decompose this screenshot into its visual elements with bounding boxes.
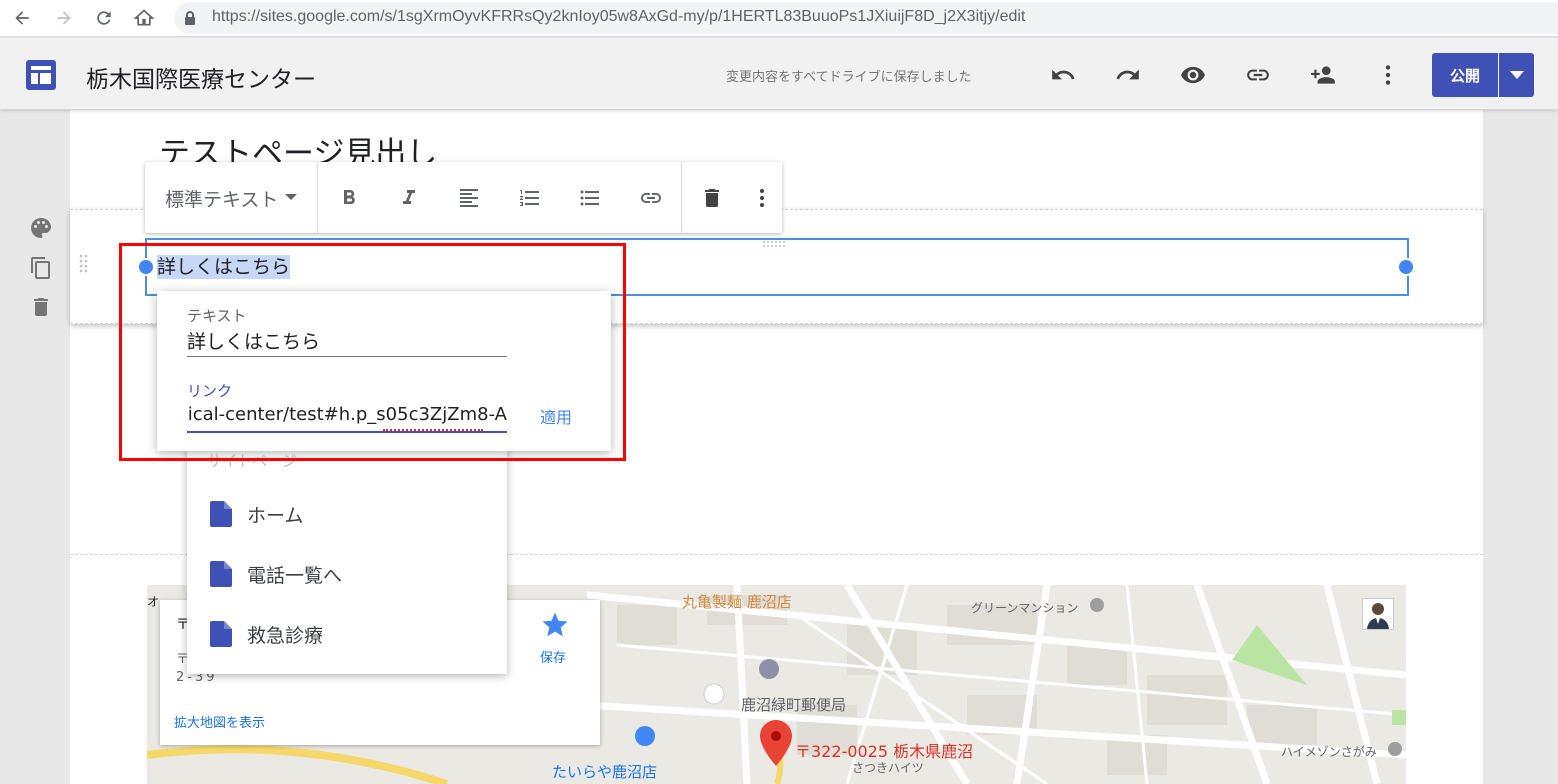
browser-toolbar: https://sites.google.com/s/1sgXrmOyvKFRR… — [0, 0, 1558, 37]
link-edit-popup: テキスト 詳しくはこちら リンク dical-center/test#h.p_s… — [157, 291, 611, 451]
grip-dots-icon[interactable] — [762, 240, 786, 248]
apply-button[interactable]: 適用 — [540, 404, 572, 428]
bold-icon[interactable] — [335, 184, 363, 212]
page-file-icon — [210, 501, 232, 527]
link-url-input[interactable]: dical-center/test#h.p_s05c3ZjZm8-A — [187, 403, 507, 433]
suggestion-item-emergency[interactable]: 救急診療 — [187, 606, 507, 662]
map-label-green-mansion[interactable]: グリーンマンション — [971, 599, 1078, 616]
duplicate-icon[interactable] — [28, 255, 54, 281]
paragraph-style-select[interactable]: 標準テキスト — [165, 185, 278, 212]
publish-dropdown-button[interactable] — [1499, 53, 1534, 97]
suggestion-label: 救急診療 — [247, 625, 324, 647]
toolbar-divider — [317, 162, 318, 233]
map-save-label[interactable]: 保存 — [540, 647, 566, 666]
back-arrow-icon[interactable] — [8, 4, 36, 32]
view-larger-map-link[interactable]: 拡大地図を表示 — [174, 712, 265, 731]
style-dropdown-caret-icon[interactable] — [285, 194, 297, 200]
link-icon[interactable] — [1243, 60, 1273, 90]
numbered-list-icon[interactable] — [516, 184, 544, 212]
link-url-text: dical-center/test#h.p_s05c3ZjZm8-A — [187, 404, 507, 425]
preview-eye-icon[interactable] — [1178, 60, 1208, 90]
undo-icon[interactable] — [1048, 60, 1078, 90]
text-field-label: テキスト — [187, 307, 247, 325]
suggestion-item-home[interactable]: ホーム — [187, 486, 507, 542]
suggestion-label: ホーム — [247, 505, 304, 527]
insert-link-icon[interactable] — [637, 184, 665, 212]
redo-icon[interactable] — [1113, 60, 1143, 90]
site-title[interactable]: 栃木国際医療センター — [86, 60, 316, 94]
spellcheck-underline — [383, 428, 483, 431]
home-icon[interactable] — [130, 4, 158, 32]
suggestions-header: サイトページ — [207, 452, 297, 470]
map-label-post-office[interactable]: 鹿沼緑町郵便局 — [741, 694, 846, 715]
more-options-icon[interactable] — [748, 184, 776, 212]
address-bar[interactable]: https://sites.google.com/s/1sgXrmOyvKFRR… — [174, 2, 1558, 34]
google-sites-logo-icon[interactable] — [26, 60, 56, 90]
delete-section-icon[interactable] — [28, 294, 54, 320]
page-suggestions-dropdown: サイトページ ホーム 電話一覧へ 救急診療 — [187, 434, 507, 674]
caret-down-icon — [1509, 71, 1524, 79]
more-vert-icon[interactable] — [1373, 60, 1403, 90]
delete-icon[interactable] — [698, 184, 726, 212]
suggestion-item-phone-list[interactable]: 電話一覧へ — [187, 546, 507, 602]
person-avatar-icon — [1367, 603, 1389, 629]
format-toolbar: 標準テキスト — [145, 162, 782, 233]
star-icon[interactable] — [540, 610, 570, 640]
palette-icon[interactable] — [28, 215, 54, 241]
url-text: https://sites.google.com/s/1sgXrmOyvKFRR… — [212, 8, 1026, 25]
map-label-marugame[interactable]: 丸亀製麺 鹿沼店 — [682, 591, 792, 612]
page-file-icon — [210, 561, 232, 587]
page-file-icon — [210, 621, 232, 647]
italic-icon[interactable] — [395, 184, 423, 212]
resize-handle-right[interactable] — [1397, 258, 1415, 276]
add-person-icon[interactable] — [1308, 60, 1338, 90]
bulleted-list-icon[interactable] — [576, 184, 604, 212]
selected-text[interactable]: 詳しくはこちら — [157, 255, 291, 279]
link-field-label: リンク — [187, 382, 233, 400]
map-label-satsuki[interactable]: さつきハイツ — [852, 759, 924, 776]
save-status: 変更内容をすべてドライブに保存しました — [726, 70, 972, 85]
map-label-taira[interactable]: たいらや鹿沼店 — [552, 761, 657, 782]
resize-handle-left[interactable] — [137, 258, 155, 276]
align-left-icon[interactable] — [455, 184, 483, 212]
publish-button[interactable]: 公開 — [1432, 53, 1498, 97]
map-label-left-edge: オ — [147, 595, 160, 609]
toolbar-divider — [681, 162, 682, 233]
link-text-input[interactable]: 詳しくはこちら — [187, 327, 507, 357]
suggestion-label: 電話一覧へ — [247, 565, 343, 587]
sites-app-bar: 栃木国際医療センター 変更内容をすべてドライブに保存しました 公開 — [0, 38, 1558, 110]
forward-arrow-icon[interactable] — [50, 4, 78, 32]
reload-icon[interactable] — [90, 4, 118, 32]
drag-handle-icon[interactable] — [79, 254, 89, 276]
map-label-haimaison[interactable]: ハイメゾンさがみ — [1281, 743, 1377, 760]
lock-icon — [185, 11, 195, 25]
avatar[interactable] — [1362, 598, 1394, 630]
